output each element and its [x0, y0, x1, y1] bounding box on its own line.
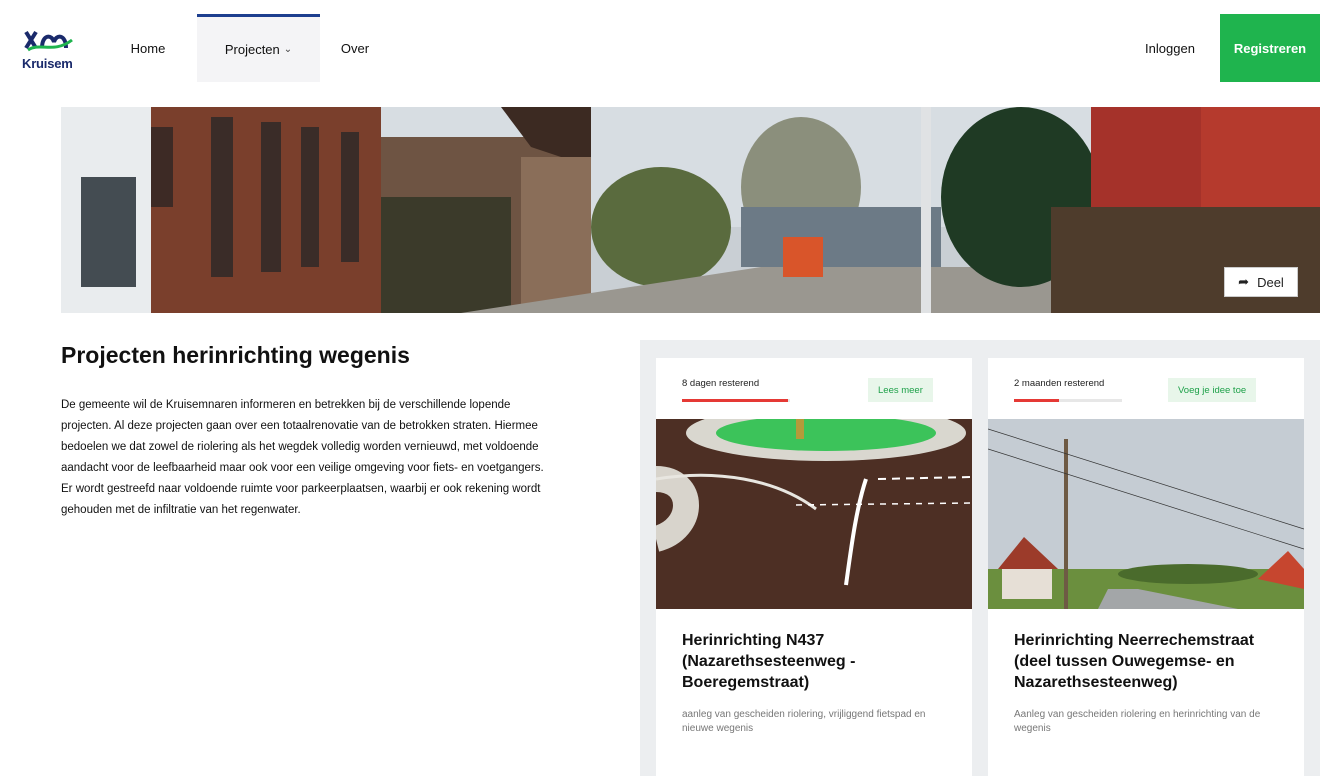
project-title[interactable]: Herinrichting N437 (Nazarethsesteenweg -… [682, 630, 962, 693]
read-more-button[interactable]: Lees meer [868, 378, 933, 402]
nav-over-label: Over [340, 40, 370, 56]
project-image-street [988, 419, 1304, 609]
nav-projecten-label: Projecten [224, 42, 280, 57]
time-remaining-label: 8 dagen resterend [682, 378, 760, 389]
chevron-down-icon: ⌄ [283, 44, 293, 55]
page-title: Projecten herinrichting wegenis [61, 342, 410, 368]
project-description: aanleg van gescheiden riolering, vrijlig… [682, 709, 926, 734]
roundabout-illustration [656, 419, 972, 609]
kruisem-logo[interactable]: Kruisem [22, 28, 82, 74]
login-label: Inloggen [1145, 40, 1195, 56]
time-remaining-label: 2 maanden resterend [1014, 378, 1105, 389]
nav-over[interactable]: Over [330, 14, 380, 82]
register-label: Registreren [1233, 40, 1307, 56]
hero-image [61, 107, 1320, 313]
time-progress-fill [682, 399, 788, 402]
time-progress-bar [682, 399, 790, 402]
project-image-roundabout [656, 419, 972, 609]
add-idea-button[interactable]: Voeg je idee toe [1168, 378, 1257, 402]
login-link[interactable]: Inloggen [1130, 14, 1210, 82]
project-description: Aanleg van gescheiden riolering en herin… [1014, 709, 1261, 734]
intro-paragraph: De gemeente wil de Kruisemnaren informer… [61, 399, 544, 516]
share-arrow-icon: ➦ [1238, 274, 1250, 289]
share-label: Deel [1257, 274, 1284, 290]
time-progress-bar [1014, 399, 1122, 402]
street-photo-illustration [61, 107, 1320, 313]
top-navigation: Kruisem Home Projecten ⌄ Over Inloggen R… [0, 14, 1326, 82]
nav-home[interactable]: Home [118, 14, 178, 82]
project-card[interactable]: 2 maanden resterend Voeg je idee toe Her… [988, 358, 1304, 776]
street-illustration [988, 419, 1304, 609]
nav-home-label: Home [130, 40, 166, 56]
time-progress-fill [1014, 399, 1060, 402]
logo-text: Kruisem [22, 56, 73, 71]
register-button[interactable]: Registreren [1220, 14, 1320, 82]
nav-projecten[interactable]: Projecten ⌄ [197, 14, 320, 82]
project-card[interactable]: 8 dagen resterend Lees meer Herinrichtin… [656, 358, 972, 776]
share-button[interactable]: ➦ Deel [1224, 267, 1298, 297]
logo-mark-icon [24, 30, 73, 52]
project-title[interactable]: Herinrichting Neerrechemstraat (deel tus… [1014, 630, 1294, 693]
